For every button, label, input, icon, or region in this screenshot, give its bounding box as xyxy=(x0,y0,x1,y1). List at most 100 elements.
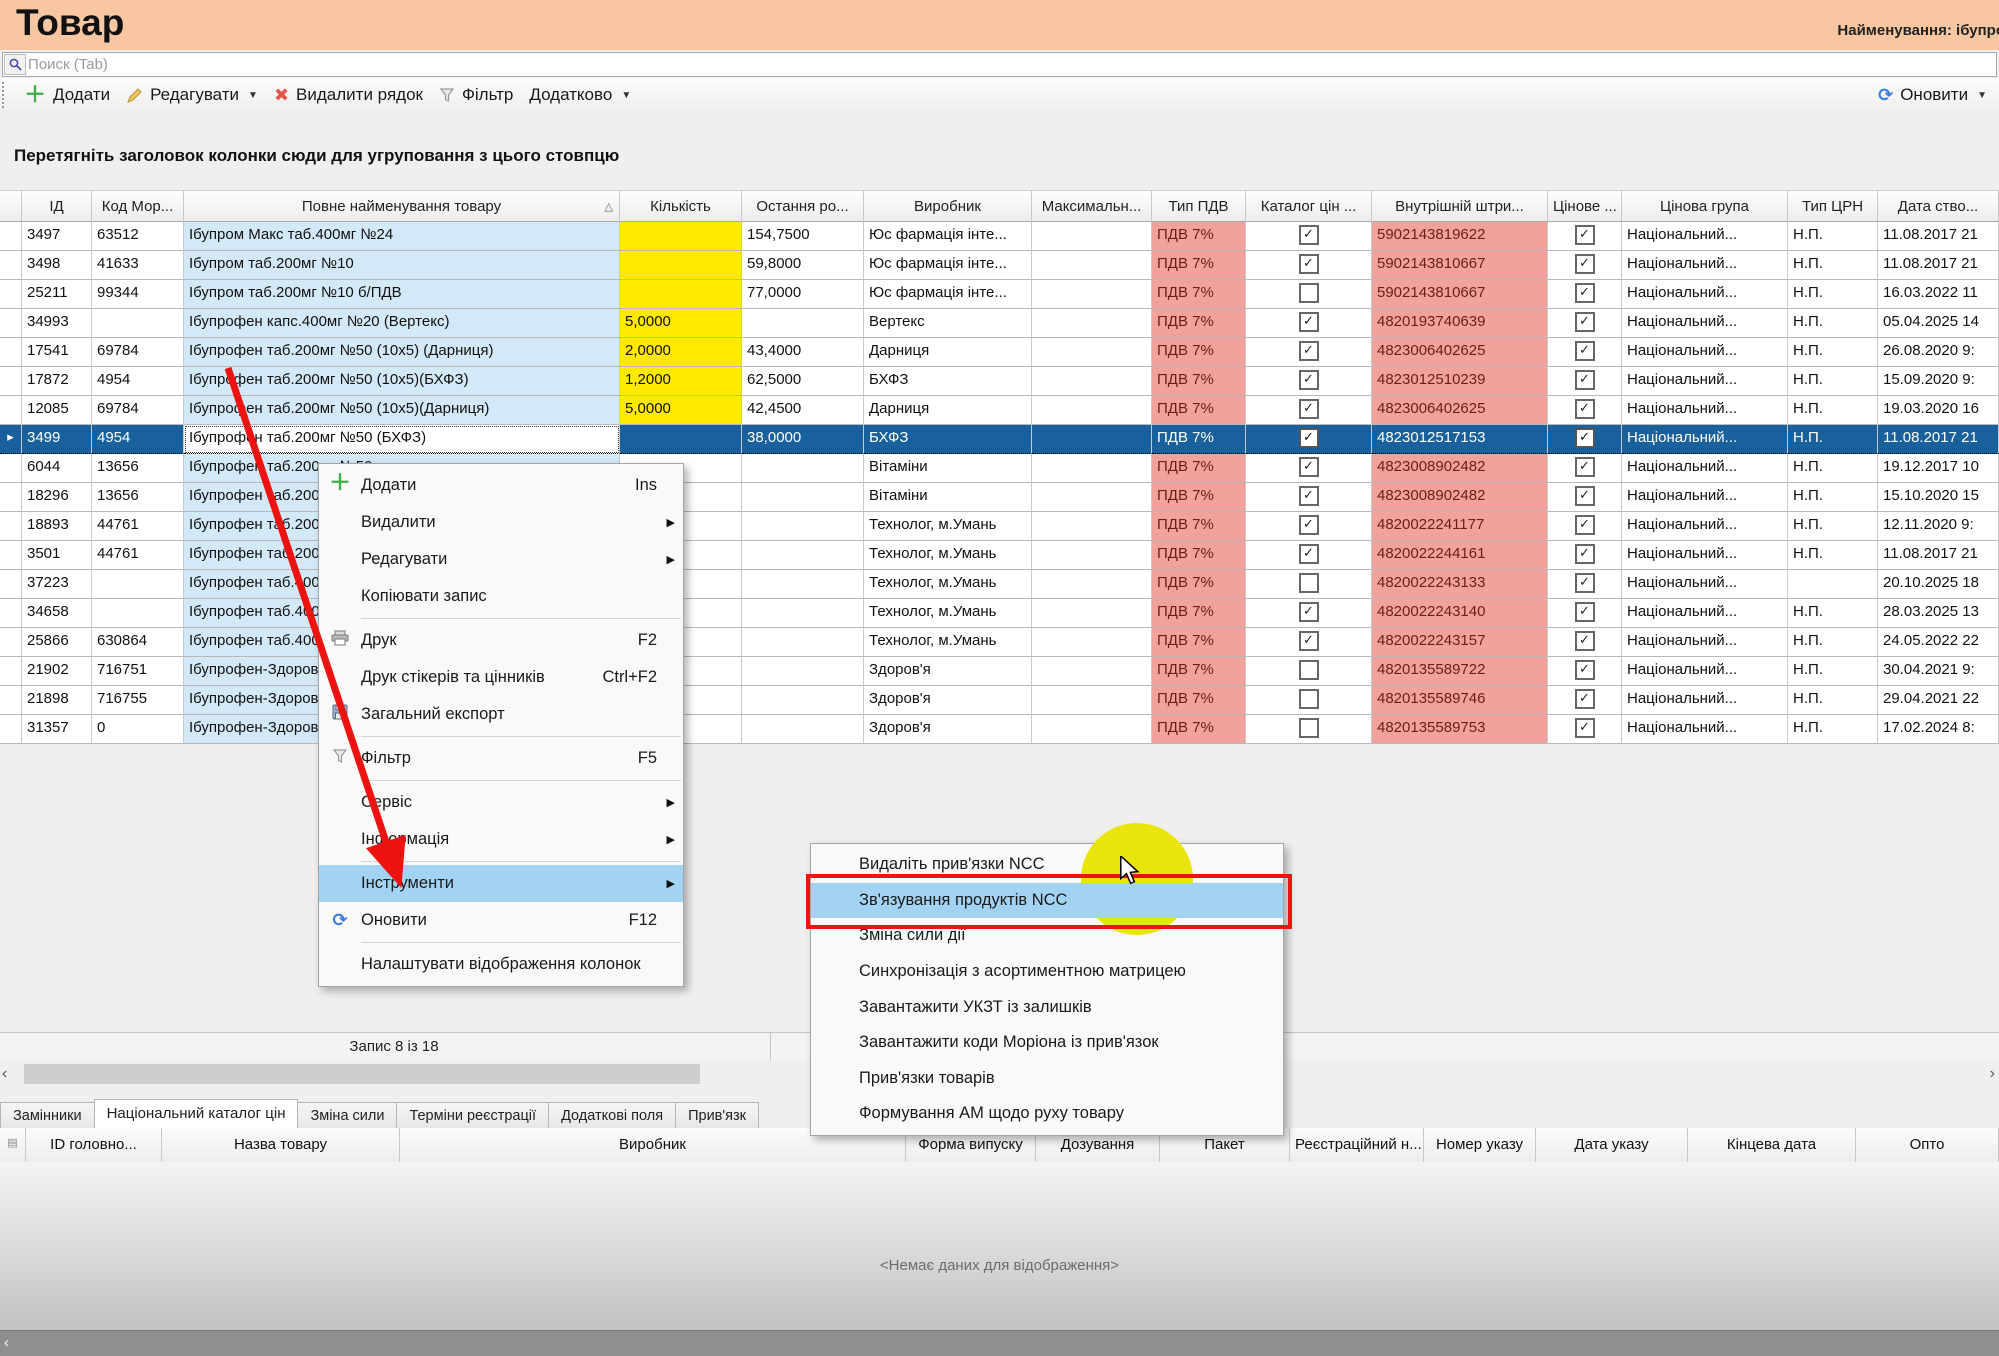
cell-crn: Н.П. xyxy=(1788,251,1878,280)
cell-group: Національний... xyxy=(1622,628,1788,657)
cell-crn: Н.П. xyxy=(1788,599,1878,628)
column-header[interactable]: Кількість xyxy=(620,190,742,222)
filter-button[interactable]: Фільтр xyxy=(431,82,521,108)
bottom-scrollbar[interactable]: ‹ xyxy=(0,1330,1999,1356)
column-header[interactable]: Тип ЦРН xyxy=(1788,190,1878,222)
table-row[interactable]: 350144761Ібупрофен таб.200мг №50Технолог… xyxy=(0,541,1999,570)
more-button[interactable]: Додатково▼ xyxy=(521,82,639,108)
menu-item[interactable]: Завантажити УКЗТ із залишків xyxy=(811,989,1283,1025)
scroll-left-icon[interactable]: ‹ xyxy=(4,1334,9,1351)
column-header[interactable]: Цінова група xyxy=(1622,190,1788,222)
table-row[interactable]: 178724954Ібупрофен таб.200мг №50 (10х5)(… xyxy=(0,367,1999,396)
cell-crn: Н.П. xyxy=(1788,338,1878,367)
table-row[interactable]: 34993Ібупрофен капс.400мг №20 (Вертекс)5… xyxy=(0,309,1999,338)
menu-item[interactable]: ФільтрF5 xyxy=(319,740,683,777)
cell-max xyxy=(1032,338,1152,367)
row-indicator xyxy=(0,396,22,425)
menu-item[interactable]: Друк стікерів та цінниківCtrl+F2 xyxy=(319,659,683,696)
bottom-column-header[interactable]: Реєстраційний н... xyxy=(1290,1128,1424,1162)
table-row[interactable]: 349763512Ібупром Макс таб.400мг №24154,7… xyxy=(0,222,1999,251)
tab-замінники[interactable]: Замінники xyxy=(0,1102,95,1128)
group-by-panel[interactable]: Перетягніть заголовок колонки сюди для у… xyxy=(0,112,1999,190)
bottom-column-header[interactable]: ID головно... xyxy=(26,1128,162,1162)
menu-item[interactable]: Загальний експорт xyxy=(319,696,683,733)
cell-barcode: 4820022244161 xyxy=(1372,541,1548,570)
column-header[interactable]: Код Мор... xyxy=(92,190,184,222)
menu-item[interactable]: Прив'язки товарів xyxy=(811,1061,1283,1097)
table-row[interactable]: 21898716755Ібупрофен-Здоров'я капс.4Здор… xyxy=(0,686,1999,715)
refresh-button[interactable]: ⟳ Оновити▼ xyxy=(1870,82,1995,109)
table-row[interactable]: 1754169784Ібупрофен таб.200мг №50 (10х5)… xyxy=(0,338,1999,367)
checkbox-cell: ✓ xyxy=(1548,686,1622,715)
checkbox-checked-icon: ✓ xyxy=(1299,631,1319,651)
column-header[interactable]: Максимальн... xyxy=(1032,190,1152,222)
scrollbar-thumb[interactable] xyxy=(24,1064,700,1084)
menu-item[interactable]: Синхронізація з асортиментною матрицею xyxy=(811,954,1283,990)
scroll-right-icon[interactable]: › xyxy=(1990,1065,1995,1083)
table-row-selected[interactable]: ▸34994954Ібупрофен таб.200мг №50 (БХФЗ)3… xyxy=(0,425,1999,454)
column-header[interactable]: Дата ство... xyxy=(1878,190,1999,222)
cell-id: 37223 xyxy=(22,570,92,599)
column-header[interactable]: ІД xyxy=(22,190,92,222)
scroll-left-icon[interactable]: ‹ xyxy=(2,1065,7,1083)
table-row[interactable]: 604413656Ібупрофен таб.200мг №50Вітаміни… xyxy=(0,454,1999,483)
tab-додаткові-поля[interactable]: Додаткові поля xyxy=(548,1102,676,1128)
column-header[interactable]: Виробник xyxy=(864,190,1032,222)
column-header[interactable]: Каталог цін ... xyxy=(1246,190,1372,222)
bottom-column-header[interactable]: Номер указу xyxy=(1424,1128,1536,1162)
row-indicator xyxy=(0,251,22,280)
checkbox-cell: ✓ xyxy=(1246,251,1372,280)
tab-національний-каталог-цін[interactable]: Національний каталог цін xyxy=(94,1099,299,1128)
edit-button[interactable]: Редагувати▼ xyxy=(118,82,266,108)
column-header[interactable]: Цінове ... xyxy=(1548,190,1622,222)
row-indicator xyxy=(0,657,22,686)
table-row[interactable]: 21902716751Ібупрофен-Здоров'я капс.2Здор… xyxy=(0,657,1999,686)
menu-item[interactable]: ⟳ОновитиF12 xyxy=(319,902,683,939)
tab-терміни-реєстрації[interactable]: Терміни реєстрації xyxy=(396,1102,549,1128)
bottom-column-header[interactable]: Назва товару xyxy=(162,1128,400,1162)
column-header[interactable]: Внутрішній штри... xyxy=(1372,190,1548,222)
cell-code: 13656 xyxy=(92,454,184,483)
menu-item-label: Синхронізація з асортиментною матрицею xyxy=(859,962,1283,981)
table-row[interactable]: 2521199344Ібупром таб.200мг №10 б/ПДВ77,… xyxy=(0,280,1999,309)
bottom-column-header[interactable]: Опто xyxy=(1856,1128,1999,1162)
menu-item[interactable]: ДрукF2 xyxy=(319,622,683,659)
menu-item-label: Інформація xyxy=(361,830,683,849)
table-row[interactable]: 25866630864Ібупрофен таб.400мг №50Технол… xyxy=(0,628,1999,657)
column-header[interactable]: Остання ро... xyxy=(742,190,864,222)
table-row[interactable]: 34658Ібупрофен таб.400мг №20Технолог, м.… xyxy=(0,599,1999,628)
checkbox-checked-icon: ✓ xyxy=(1299,254,1319,274)
cell-max xyxy=(1032,715,1152,744)
menu-item[interactable]: Завантажити коди Моріона із прив'язок xyxy=(811,1025,1283,1061)
table-row[interactable]: 37223Ібупрофен таб.400мг №10Технолог, м.… xyxy=(0,570,1999,599)
table-row[interactable]: 1889344761Ібупрофен таб.200мг №50Техноло… xyxy=(0,512,1999,541)
menu-item[interactable]: Сервіс▶ xyxy=(319,784,683,821)
bottom-column-header[interactable]: Кінцева дата xyxy=(1688,1128,1856,1162)
menu-item[interactable]: Інструменти▶ xyxy=(319,865,683,902)
bottom-column-header[interactable]: Дата указу xyxy=(1536,1128,1688,1162)
checkbox-checked-icon: ✓ xyxy=(1575,312,1595,332)
tab-зміна-сили[interactable]: Зміна сили xyxy=(297,1102,397,1128)
column-header[interactable]: Повне найменування товару△ xyxy=(184,190,620,222)
table-row[interactable]: 1208569784Ібупрофен таб.200мг №50 (10х5)… xyxy=(0,396,1999,425)
delete-row-button[interactable]: ✖ Видалити рядок xyxy=(266,82,431,109)
menu-shortcut: F12 xyxy=(629,911,657,930)
table-row[interactable]: 313570Ібупрофен-Здоров'я капс.4Здоров'яП… xyxy=(0,715,1999,744)
cell-code: 630864 xyxy=(92,628,184,657)
column-header[interactable]: Тип ПДВ xyxy=(1152,190,1246,222)
cell-vat: ПДВ 7% xyxy=(1152,367,1246,396)
menu-item[interactable]: ＋ДодатиIns xyxy=(319,467,683,504)
checkbox-cell: ✓ xyxy=(1548,454,1622,483)
menu-item[interactable]: Формування АМ щодо руху товару xyxy=(811,1096,1283,1132)
search-input[interactable]: Поиск (Tab) xyxy=(2,52,1997,77)
add-button[interactable]: ＋ Додати xyxy=(16,82,118,108)
cell-max xyxy=(1032,628,1152,657)
table-row[interactable]: 349841633Ібупром таб.200мг №1059,8000Юс … xyxy=(0,251,1999,280)
menu-item[interactable]: Налаштувати відображення колонок xyxy=(319,946,683,983)
menu-item[interactable]: Видалити▶ xyxy=(319,504,683,541)
table-row[interactable]: 1829613656Ібупрофен таб.200мг №50Вітамін… xyxy=(0,483,1999,512)
tab-прив-язк[interactable]: Прив'язк xyxy=(675,1102,759,1128)
menu-item[interactable]: Копіювати запис xyxy=(319,578,683,615)
menu-item[interactable]: Редагувати▶ xyxy=(319,541,683,578)
menu-item[interactable]: Інформація▶ xyxy=(319,821,683,858)
